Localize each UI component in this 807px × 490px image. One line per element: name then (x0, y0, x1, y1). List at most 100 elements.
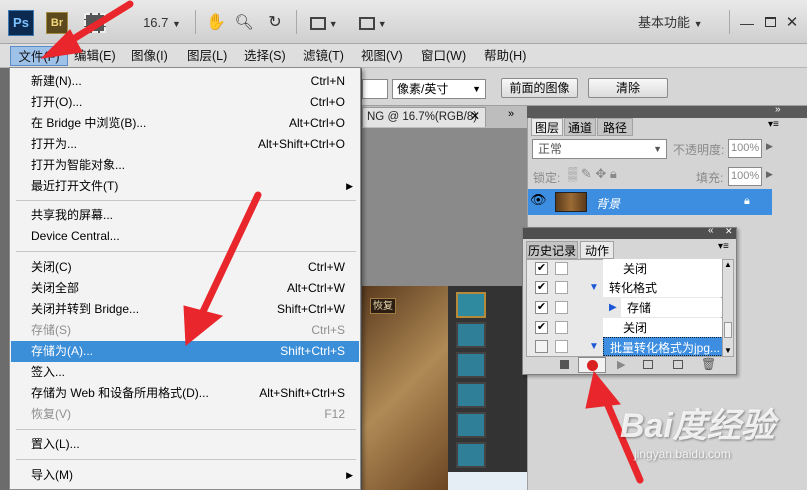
checkbox-icon[interactable]: ✔ (535, 281, 548, 294)
rotate-view-icon[interactable]: ↻ (263, 11, 287, 35)
menu-item-open[interactable]: 打开(O)... Ctrl+O (11, 92, 359, 113)
menu-item-open-smart-object[interactable]: 打开为智能对象... (11, 155, 359, 176)
fill-value: 100% (731, 170, 760, 182)
menu-item-save[interactable]: 存储(S) Ctrl+S (11, 320, 359, 341)
action-row[interactable]: ✔ ▼ 转化格式 (531, 278, 729, 298)
lock-icons[interactable]: ▒ ✎ ✥ 🔒︎ (568, 166, 617, 182)
actions-scrollbar[interactable]: ▲ ▼ (722, 259, 734, 357)
zoom-level[interactable]: 16.7 ▼ (140, 11, 184, 35)
menu-item-close-all[interactable]: 关闭全部 Alt+Ctrl+W (11, 278, 359, 299)
opacity-field[interactable]: 100% (728, 139, 762, 158)
canvas-image-tiles[interactable] (448, 286, 527, 490)
panel-collapse-icon[interactable]: « (708, 225, 714, 236)
expand-triangle-icon[interactable]: ▼ (589, 278, 599, 298)
menu-item-share-screen[interactable]: 共享我的屏幕... (11, 205, 359, 226)
front-image-button[interactable]: 前面的图像 (501, 78, 578, 98)
panel-collapse-icon[interactable]: » (775, 104, 781, 115)
scroll-thumb[interactable] (724, 322, 732, 338)
new-action-icon[interactable] (673, 360, 683, 369)
menu-image[interactable]: 图像(I) (131, 46, 168, 66)
eye-icon[interactable]: 👁︎ (530, 192, 547, 208)
dialog-toggle[interactable] (555, 281, 568, 294)
tab-history[interactable]: 历史记录 (526, 241, 578, 259)
menu-item-save-for-web[interactable]: 存储为 Web 和设备所用格式(D)... Alt+Shift+Ctrl+S (11, 383, 359, 404)
panel-collapse-bar[interactable] (527, 106, 807, 118)
bridge-button[interactable]: Br (46, 12, 68, 34)
panel-menu-icon[interactable]: ▾≡ (718, 241, 729, 252)
chevron-down-icon[interactable]: ▼ (724, 346, 732, 355)
menu-item-browse-in-bridge[interactable]: 在 Bridge 中浏览(B)... Alt+Ctrl+O (11, 113, 359, 134)
menu-item-shortcut: Shift+Ctrl+W (276, 302, 345, 316)
menu-item-device-central[interactable]: Device Central... (11, 226, 359, 247)
tab-overflow-icon[interactable]: » (508, 108, 514, 120)
layer-name[interactable]: 背景 (596, 195, 620, 212)
record-button[interactable] (578, 357, 606, 373)
tab-channels[interactable]: 通道 (564, 118, 596, 136)
action-row-selected[interactable]: ▼ 批量转化格式为jpg... (531, 337, 729, 357)
menu-item-close-go-to-bridge[interactable]: 关闭并转到 Bridge... Shift+Ctrl+W (11, 299, 359, 320)
trash-icon[interactable]: 🗑︎ (701, 357, 716, 371)
toolbar-separator (729, 10, 730, 34)
menu-item-check-in[interactable]: 签入... (11, 362, 359, 383)
menu-item-shortcut: Alt+Shift+Ctrl+O (257, 137, 345, 151)
checkbox-icon[interactable]: ✔ (535, 262, 548, 275)
menu-filter[interactable]: 滤镜(T) (303, 46, 344, 66)
close-tab-icon[interactable]: ✕ (470, 109, 480, 123)
menu-layer[interactable]: 图层(L) (187, 46, 227, 66)
dialog-toggle[interactable] (555, 301, 568, 314)
chevron-right-icon[interactable]: ▶ (766, 141, 773, 152)
menu-file[interactable]: 文件(F) (10, 46, 68, 66)
checkbox-icon[interactable]: ✔ (535, 321, 548, 334)
tab-actions[interactable]: 动作 (580, 241, 614, 259)
document-tab[interactable]: NG @ 16.7%(RGB/8) (362, 107, 486, 127)
menu-item-open-as[interactable]: 打开为... Alt+Shift+Ctrl+O (11, 134, 359, 155)
checkbox-icon[interactable] (535, 340, 548, 353)
menu-help[interactable]: 帮助(H) (484, 46, 526, 66)
dialog-toggle[interactable] (555, 262, 568, 275)
dialog-toggle[interactable] (555, 321, 568, 334)
menu-item-place[interactable]: 置入(L)... (11, 434, 359, 455)
stop-icon[interactable] (560, 360, 569, 369)
close-icon[interactable]: ✕ (725, 226, 733, 237)
workspace-switcher[interactable]: 基本功能 ▼ (638, 11, 722, 35)
checkbox-icon[interactable]: ✔ (535, 301, 548, 314)
arrange-documents-icon[interactable]: ▼ (306, 11, 342, 35)
chevron-up-icon[interactable]: ▲ (723, 260, 733, 269)
film-strip-icon[interactable] (84, 13, 106, 33)
close-button[interactable]: ✕ (783, 11, 801, 35)
expand-triangle-icon[interactable]: ▼ (589, 337, 599, 357)
clear-button[interactable]: 清除 (588, 78, 668, 98)
unit-select[interactable]: 像素/英寸 ▼ (392, 79, 486, 99)
play-icon[interactable]: ▶ (617, 358, 625, 371)
menu-select[interactable]: 选择(S) (244, 46, 286, 66)
tab-layers[interactable]: 图层 (531, 118, 563, 136)
menu-item-new[interactable]: 新建(N)... Ctrl+N (11, 71, 359, 92)
menu-item-revert[interactable]: 恢复(V) F12 (11, 404, 359, 425)
panel-menu-icon[interactable]: ▾≡ (768, 119, 779, 130)
maximize-button[interactable] (761, 11, 779, 35)
blend-mode-select[interactable]: 正常 ▼ (532, 139, 667, 159)
action-row[interactable]: ✔ 关闭 (531, 259, 729, 279)
menu-item-recent-files[interactable]: 最近打开文件(T) ▶ (11, 176, 359, 197)
menu-item-save-as[interactable]: 存储为(A)... Shift+Ctrl+S (11, 341, 359, 362)
screen-mode-icon[interactable]: ▼ (355, 11, 391, 35)
action-row[interactable]: ✔ ▶ 存储 (531, 298, 729, 318)
canvas-image[interactable] (362, 286, 448, 490)
zoom-tool-icon[interactable]: 🔍︎ (233, 11, 255, 35)
panel-titlebar[interactable] (523, 228, 736, 239)
menu-window[interactable]: 窗口(W) (421, 46, 466, 66)
hand-tool-icon[interactable]: ✋ (205, 11, 227, 35)
fill-field[interactable]: 100% (728, 167, 762, 186)
menu-item-import[interactable]: 导入(M) ▶ (11, 465, 359, 486)
collapse-triangle-icon[interactable]: ▶ (609, 298, 617, 318)
tab-paths[interactable]: 路径 (597, 118, 633, 136)
menu-item-close[interactable]: 关闭(C) Ctrl+W (11, 257, 359, 278)
menu-edit[interactable]: 编辑(E) (74, 46, 116, 66)
chevron-right-icon[interactable]: ▶ (766, 169, 773, 180)
new-set-icon[interactable] (643, 360, 653, 369)
action-row[interactable]: ✔ 关闭 (531, 318, 729, 338)
menu-view[interactable]: 视图(V) (361, 46, 403, 66)
resolution-field[interactable] (362, 79, 388, 99)
dialog-toggle[interactable] (555, 340, 568, 353)
minimize-button[interactable]: — (738, 11, 756, 35)
